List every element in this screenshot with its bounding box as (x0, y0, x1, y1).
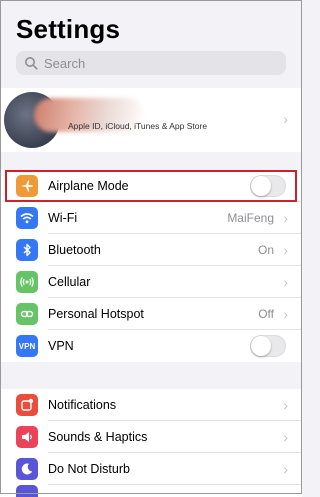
row-label: Bluetooth (48, 243, 101, 257)
chevron-right-icon: › (283, 274, 288, 290)
row-notifications[interactable]: Notifications › (0, 389, 302, 421)
chevron-right-icon: › (283, 461, 288, 477)
row-label: Cellular (48, 275, 91, 289)
row-label: Notifications (48, 398, 117, 412)
row-label: VPN (48, 339, 74, 353)
profile-subtitle: Apple ID, iCloud, iTunes & App Store (68, 121, 208, 131)
chevron-right-icon: › (283, 397, 288, 413)
wifi-icon (16, 207, 38, 229)
row-cellular[interactable]: Cellular › (0, 266, 302, 298)
row-label: Wi-Fi (48, 211, 78, 225)
partial-icon (16, 485, 38, 497)
row-vpn[interactable]: VPN VPN (0, 330, 302, 362)
row-label: Personal Hotspot (48, 307, 144, 321)
chevron-right-icon: › (283, 210, 288, 226)
row-personal-hotspot[interactable]: Personal Hotspot Off › (0, 298, 302, 330)
hotspot-status-value: Off (258, 307, 274, 321)
cellular-icon (16, 271, 38, 293)
page-title: Settings (16, 14, 121, 44)
row-label: Sounds & Haptics (48, 430, 148, 444)
bluetooth-status-value: On (257, 243, 274, 257)
search-icon (25, 57, 38, 70)
notifications-icon (16, 394, 38, 416)
row-wifi[interactable]: Wi-Fi MaiFeng › (0, 202, 302, 234)
row-sounds-haptics[interactable]: Sounds & Haptics › (0, 421, 302, 453)
wifi-network-value: MaiFeng (227, 211, 274, 225)
hotspot-icon (16, 303, 38, 325)
notifications-settings-group: Notifications › Sounds & Haptics › Do No… (0, 389, 302, 497)
vpn-icon: VPN (16, 335, 38, 357)
row-bluetooth[interactable]: Bluetooth On › (0, 234, 302, 266)
vpn-toggle[interactable] (250, 335, 286, 357)
row-label: Do Not Disturb (48, 462, 130, 476)
search-field[interactable]: Search (16, 51, 286, 75)
chevron-right-icon: › (283, 242, 288, 258)
row-next-partial (0, 485, 302, 497)
chevron-right-icon: › (283, 306, 288, 322)
chevron-right-icon: › (283, 111, 288, 127)
bluetooth-icon (16, 239, 38, 261)
search-placeholder: Search (44, 55, 86, 71)
airplane-mode-highlight-box (5, 170, 297, 202)
chevron-right-icon: › (283, 429, 288, 445)
row-do-not-disturb[interactable]: Do Not Disturb › (0, 453, 302, 485)
sounds-icon (16, 426, 38, 448)
apple-id-profile-row[interactable]: Apple ID, iCloud, iTunes & App Store › (0, 88, 302, 152)
do-not-disturb-icon (16, 458, 38, 480)
